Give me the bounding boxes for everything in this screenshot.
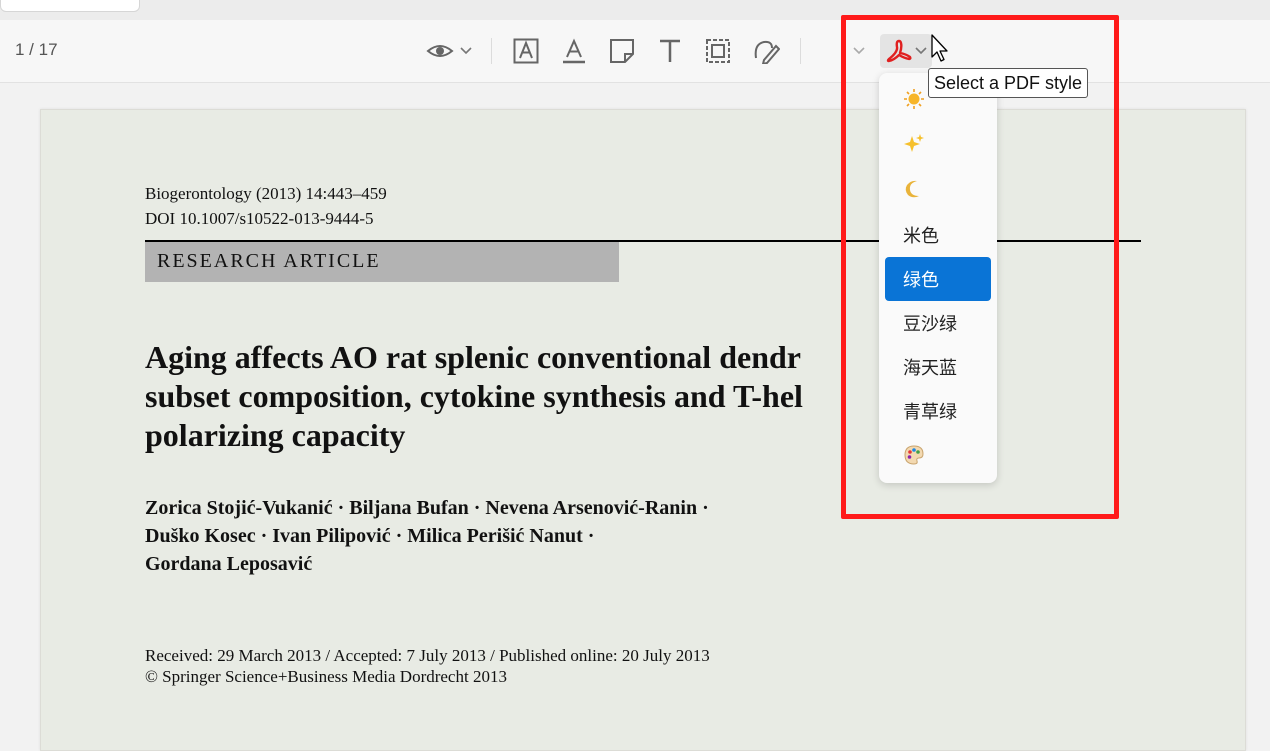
signature-button[interactable] bbox=[750, 34, 782, 68]
style-option-green[interactable]: 绿色 bbox=[885, 257, 991, 301]
text-box-icon bbox=[513, 38, 539, 64]
pdf-style-button[interactable] bbox=[880, 34, 932, 68]
copyright-line: © Springer Science+Business Media Dordre… bbox=[145, 667, 507, 686]
style-option-sky-blue[interactable]: 海天蓝 bbox=[885, 345, 991, 389]
top-strip bbox=[0, 0, 1270, 20]
author-line: Zorica Stojić-Vukanić · Biljana Bufan · … bbox=[145, 497, 709, 519]
style-option-moon[interactable] bbox=[885, 169, 991, 213]
moon-icon bbox=[903, 178, 925, 205]
style-option-sparkles[interactable] bbox=[885, 124, 991, 168]
toolbar-divider bbox=[491, 38, 492, 64]
text-box-button[interactable] bbox=[510, 34, 542, 68]
toolbar-divider bbox=[800, 38, 801, 64]
chevron-down-icon bbox=[460, 47, 472, 55]
area-select-button[interactable] bbox=[702, 34, 734, 68]
journal-info: Biogerontology (2013) 14:443–459 DOI 10.… bbox=[145, 181, 387, 231]
tab-stub[interactable] bbox=[0, 0, 140, 12]
mouse-cursor-icon bbox=[930, 34, 950, 69]
author-line: Duško Kosec · Ivan Pilipović · Milica Pe… bbox=[145, 525, 595, 547]
article-type-label: RESEARCH ARTICLE bbox=[157, 250, 381, 272]
underline-text-button[interactable] bbox=[558, 34, 590, 68]
author-list: Zorica Stojić-Vukanić · Biljana Bufan · … bbox=[145, 494, 709, 578]
signature-icon bbox=[752, 38, 780, 64]
author-line: Gordana Leposavić bbox=[145, 553, 313, 575]
view-mode-button[interactable] bbox=[422, 34, 476, 68]
title-line: Aging affects AO rat splenic conventiona… bbox=[145, 339, 801, 375]
style-option-custom-palette[interactable] bbox=[885, 435, 991, 479]
page-indicator: 1 / 17 bbox=[15, 40, 58, 59]
pdf-page: Biogerontology (2013) 14:443–459 DOI 10.… bbox=[40, 109, 1246, 751]
pdf-style-menu: 米色 绿色 豆沙绿 海天蓝 青草绿 bbox=[879, 73, 997, 483]
dates-line: Received: 29 March 2013 / Accepted: 7 Ju… bbox=[145, 646, 710, 665]
journal-line: Biogerontology (2013) 14:443–459 bbox=[145, 184, 387, 203]
document-viewer[interactable]: Biogerontology (2013) 14:443–459 DOI 10.… bbox=[0, 83, 1270, 751]
title-line: subset composition, cytokine synthesis a… bbox=[145, 378, 803, 414]
sticky-note-icon bbox=[609, 38, 635, 64]
pdf-style-tooltip: Select a PDF style bbox=[928, 68, 1089, 98]
text-icon bbox=[658, 38, 682, 64]
sun-icon bbox=[903, 88, 925, 115]
title-line: polarizing capacity bbox=[145, 417, 406, 453]
eye-icon bbox=[426, 41, 454, 61]
text-underline-icon bbox=[561, 38, 587, 64]
chevron-down-icon bbox=[914, 47, 927, 55]
doi-line: DOI 10.1007/s10522-013-9444-5 bbox=[145, 209, 374, 228]
article-type-banner: RESEARCH ARTICLE bbox=[145, 242, 619, 282]
more-options-dropdown[interactable] bbox=[848, 34, 870, 68]
add-text-button[interactable] bbox=[654, 34, 686, 68]
area-select-icon bbox=[705, 38, 731, 64]
palette-icon bbox=[903, 444, 925, 471]
style-option-beige[interactable]: 米色 bbox=[885, 213, 991, 257]
style-option-bean-green[interactable]: 豆沙绿 bbox=[885, 301, 991, 345]
publication-dates: Received: 29 March 2013 / Accepted: 7 Ju… bbox=[145, 645, 710, 687]
sparkles-icon bbox=[903, 133, 925, 160]
sticky-note-button[interactable] bbox=[606, 34, 638, 68]
article-title: Aging affects AO rat splenic conventiona… bbox=[145, 338, 905, 455]
acrobat-icon bbox=[886, 39, 912, 63]
style-option-grass-green[interactable]: 青草绿 bbox=[885, 389, 991, 433]
chevron-down-icon bbox=[853, 47, 865, 55]
